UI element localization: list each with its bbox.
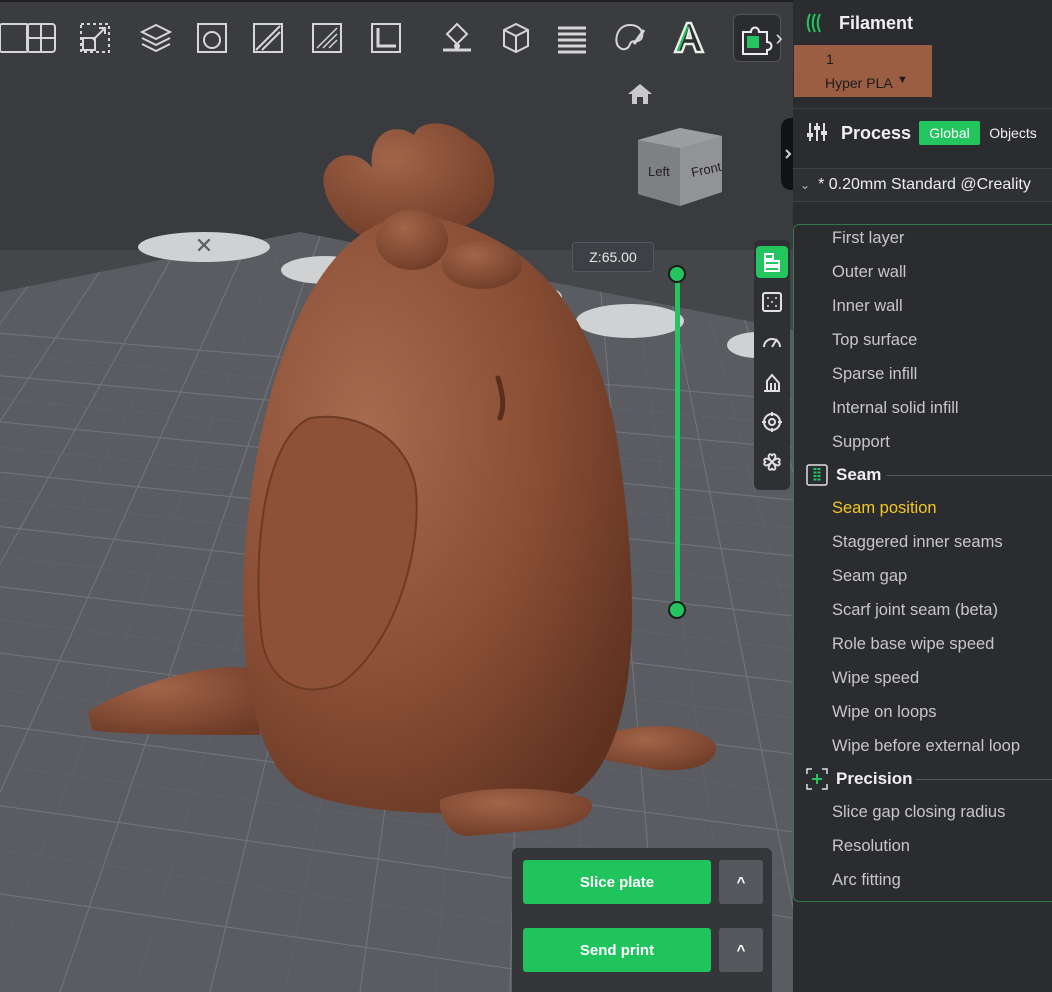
setting-resolution[interactable]: Resolution — [832, 837, 910, 856]
process-icon — [807, 123, 827, 141]
precision-group-header[interactable]: Precision — [806, 767, 913, 791]
setting-slice-gap-closing-radius[interactable]: Slice gap closing radius — [832, 803, 1005, 822]
layer-slider-bottom-handle[interactable] — [668, 601, 686, 619]
home-icon[interactable] — [626, 82, 654, 106]
3d-viewport[interactable]: ✕ › Left Front Z:65.00 Slice plate ^ Sen… — [0, 0, 793, 992]
setting-wipe-before-external-loop[interactable]: Wipe before external loop — [832, 737, 1020, 756]
layer-slider-top-handle[interactable] — [668, 265, 686, 283]
setting-scarf-joint-seam[interactable]: Scarf joint seam (beta) — [832, 601, 998, 620]
slice-plate-button[interactable]: Slice plate — [523, 860, 711, 904]
setting-first-layer[interactable]: First layer — [832, 229, 904, 248]
panel-divider — [793, 108, 1052, 109]
split-icon[interactable] — [17, 14, 65, 62]
setting-seam-gap[interactable]: Seam gap — [832, 567, 907, 586]
quality-view-icon[interactable] — [756, 286, 788, 318]
setting-role-base-wipe-speed[interactable]: Role base wipe speed — [832, 635, 994, 654]
filament-icon — [806, 13, 821, 33]
filament-title: Filament — [839, 13, 914, 33]
setting-staggered-inner-seams[interactable]: Staggered inner seams — [832, 533, 1003, 552]
filament-slot[interactable]: 1 Hyper PLA ▼ — [794, 45, 932, 97]
setting-wipe-on-loops[interactable]: Wipe on loops — [832, 703, 937, 722]
support-view-icon[interactable] — [756, 366, 788, 398]
infill-view-icon[interactable] — [756, 406, 788, 438]
filament-dropdown-icon[interactable]: ▼ — [897, 74, 908, 86]
color-paint-icon[interactable] — [606, 14, 654, 62]
measure-icon[interactable] — [362, 14, 410, 62]
filament-material: Hyper PLA — [825, 75, 893, 91]
tab-global[interactable]: Global — [919, 121, 980, 145]
precision-icon — [806, 768, 828, 790]
top-toolbar: › — [0, 0, 793, 72]
layers-view-icon[interactable] — [756, 246, 788, 278]
process-title: Process — [841, 123, 912, 143]
seam-group-label: Seam — [836, 465, 882, 484]
setting-wipe-speed[interactable]: Wipe speed — [832, 669, 919, 688]
settings-tree: First layer Outer wall Inner wall Top su… — [793, 224, 1052, 902]
speed-view-icon[interactable] — [756, 326, 788, 358]
setting-internal-solid-infill[interactable]: Internal solid infill — [832, 399, 959, 418]
setting-inner-wall[interactable]: Inner wall — [832, 297, 903, 316]
precision-group-label: Precision — [836, 769, 913, 788]
process-preset-label: * 0.20mm Standard @Creality — [818, 176, 1031, 193]
hollow-icon[interactable] — [244, 14, 292, 62]
assembly-icon[interactable] — [492, 14, 540, 62]
setting-outer-wall[interactable]: Outer wall — [832, 263, 906, 282]
send-print-button[interactable]: Send print — [523, 928, 711, 972]
process-preset-select[interactable]: ⌄ * 0.20mm Standard @Creality — [793, 168, 1052, 202]
tab-objects[interactable]: Objects — [981, 121, 1045, 145]
cut-icon[interactable] — [188, 14, 236, 62]
brim-ears-icon[interactable] — [433, 14, 481, 62]
support-paint-icon[interactable] — [303, 14, 351, 62]
setting-top-surface[interactable]: Top surface — [832, 331, 917, 350]
seam-group-header[interactable]: Seam — [806, 463, 881, 487]
setting-sparse-infill[interactable]: Sparse infill — [832, 365, 917, 384]
chevron-down-icon: ⌄ — [800, 178, 811, 192]
precision-divider — [916, 779, 1052, 780]
setting-support[interactable]: Support — [832, 433, 890, 452]
slice-action-panel: Slice plate ^ Send print ^ — [512, 848, 772, 992]
seam-divider — [886, 475, 1052, 476]
view-cube[interactable]: Left Front — [636, 128, 726, 208]
setting-seam-position[interactable]: Seam position — [832, 499, 937, 518]
toolbar-more-icon[interactable]: › — [768, 14, 790, 62]
view-cube-left-label: Left — [648, 164, 670, 179]
filament-slot-number: 1 — [826, 51, 834, 67]
layer-slider-track[interactable] — [675, 274, 680, 610]
variable-layer-icon[interactable] — [548, 14, 596, 62]
scale-icon[interactable] — [71, 14, 119, 62]
z-height-label: Z:65.00 — [572, 242, 654, 272]
layers-icon[interactable] — [132, 14, 180, 62]
pattern-view-icon[interactable] — [756, 446, 788, 478]
text-icon[interactable] — [665, 14, 713, 62]
send-options-button[interactable]: ^ — [719, 928, 763, 972]
settings-panel: Filament 1 Hyper PLA ▼ Process Global Ob… — [793, 0, 1052, 992]
view-side-toolbar — [754, 240, 790, 490]
seam-icon — [806, 464, 828, 486]
setting-arc-fitting[interactable]: Arc fitting — [832, 871, 901, 890]
slice-options-button[interactable]: ^ — [719, 860, 763, 904]
